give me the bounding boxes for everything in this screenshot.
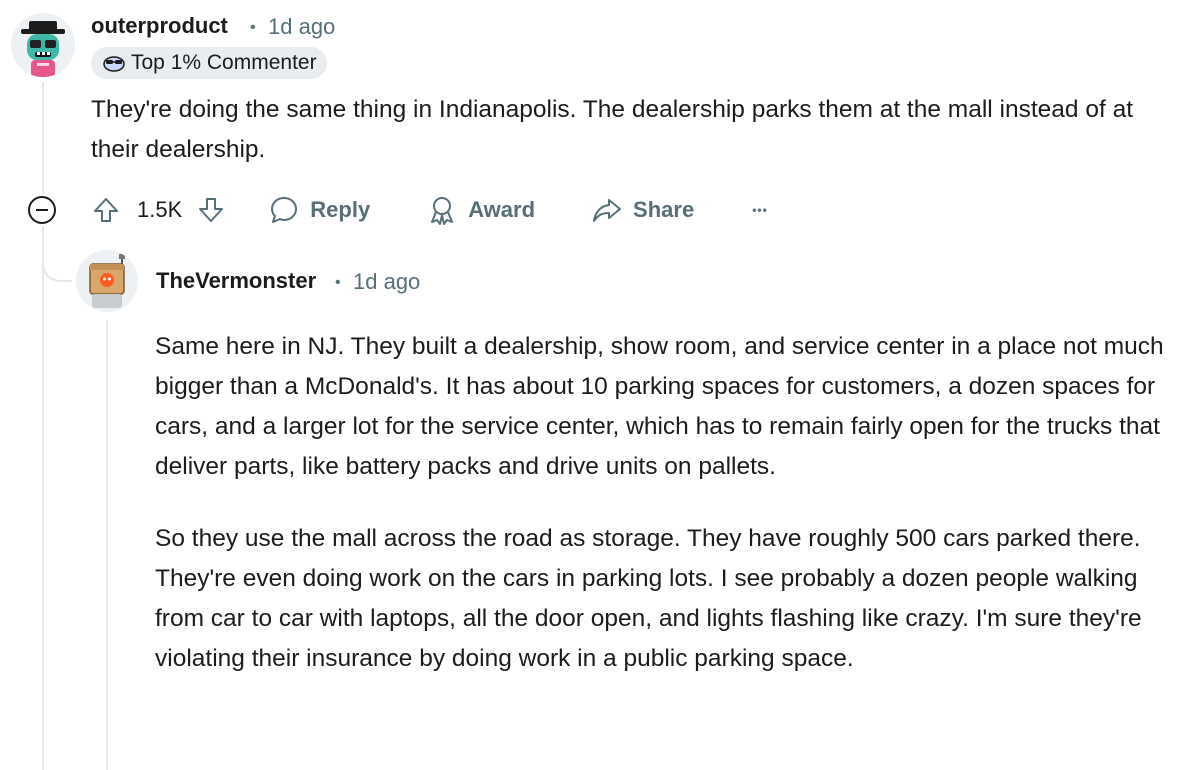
reply-icon <box>271 197 298 223</box>
thread-line-reply[interactable] <box>106 320 108 770</box>
comment-action-bar: 1.5K Reply Award Share ••• <box>91 192 768 228</box>
award-icon <box>431 197 454 225</box>
comment-body: They're doing the same thing in Indianap… <box>91 90 1151 170</box>
reply-timestamp[interactable]: 1d ago <box>353 269 420 295</box>
top-commenter-icon <box>103 56 125 72</box>
reply-paragraph-2: So they use the mall across the road as … <box>155 525 1142 672</box>
downvote-icon <box>199 198 224 222</box>
thread-line-parent-lower[interactable] <box>42 226 44 770</box>
award-label: Award <box>468 197 536 222</box>
comment-text: They're doing the same thing in Indianap… <box>91 96 1134 163</box>
share-label: Share <box>633 197 695 222</box>
upvote-icon <box>94 198 118 222</box>
reply-body: Same here in NJ. They built a dealership… <box>155 327 1170 679</box>
comment-separator: • <box>250 19 256 36</box>
thread-line-parent[interactable] <box>42 82 44 194</box>
share-icon <box>593 199 622 222</box>
more-options-button[interactable]: ••• <box>752 203 768 217</box>
reply-button[interactable]: Reply <box>268 194 370 226</box>
reply-label: Reply <box>310 197 371 222</box>
award-button[interactable]: Award <box>426 194 535 226</box>
reply-avatar-image <box>76 250 138 312</box>
collapse-thread-button[interactable] <box>28 196 56 224</box>
comment-username[interactable]: outerproduct <box>91 13 228 39</box>
upvote-button[interactable] <box>91 195 121 225</box>
avatar[interactable] <box>11 13 75 77</box>
vote-score: 1.5K <box>137 197 183 222</box>
comment-timestamp[interactable]: 1d ago <box>268 14 335 40</box>
share-button[interactable]: Share <box>591 194 694 226</box>
more-options-icon: ••• <box>752 203 768 217</box>
flair-label: Top 1% Commenter <box>131 51 317 74</box>
reply-paragraph-1: Same here in NJ. They built a dealership… <box>155 333 1164 480</box>
reply-avatar[interactable] <box>76 250 138 312</box>
reply-username[interactable]: TheVermonster <box>156 268 316 294</box>
downvote-button[interactable] <box>196 195 226 225</box>
avatar-image <box>11 13 75 77</box>
user-flair: Top 1% Commenter <box>91 47 327 79</box>
reply-separator: • <box>335 274 341 291</box>
reply-connector <box>42 226 72 282</box>
